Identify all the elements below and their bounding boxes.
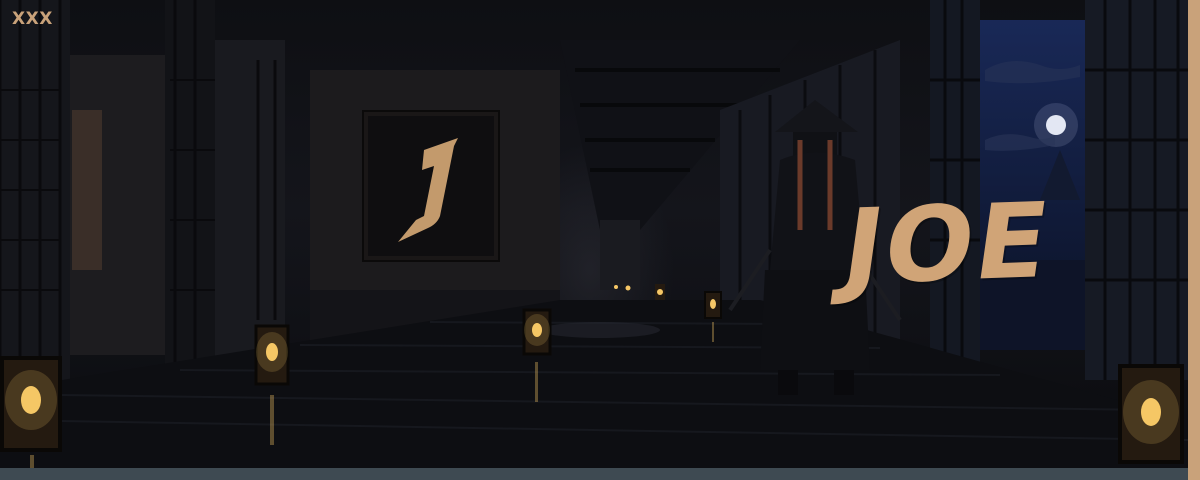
site-logo[interactable]: XXX xyxy=(12,9,53,29)
lantern-icon xyxy=(254,324,290,386)
lantern-icon xyxy=(522,308,552,356)
bottom-bar xyxy=(0,468,1188,480)
hero-title: JOE xyxy=(835,179,1059,309)
lantern-icon xyxy=(1118,364,1184,464)
right-accent-stripe xyxy=(1188,0,1200,480)
lantern-icon xyxy=(704,291,722,319)
hero-banner: XXX JOE xyxy=(0,0,1188,468)
calligraphy-j-emblem xyxy=(362,110,500,262)
lantern-icon xyxy=(0,356,62,452)
